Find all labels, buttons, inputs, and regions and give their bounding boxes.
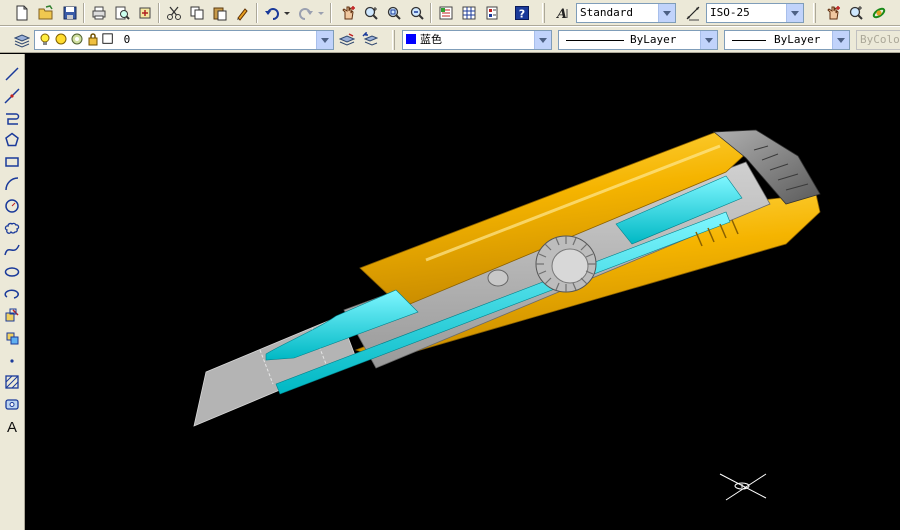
toolbar-grip[interactable] [392, 30, 395, 50]
layers-properties-toolbar: 0 蓝色 ByLayer ByLayer ByColor [0, 26, 900, 53]
make-block-icon[interactable] [2, 328, 22, 348]
undo-icon[interactable] [262, 3, 282, 23]
dimension-style-value: ISO-25 [710, 6, 750, 19]
redo-icon[interactable] [296, 3, 316, 23]
dimension-style-icon[interactable] [683, 3, 703, 23]
linetype-preview [566, 39, 624, 41]
multiline-text-icon[interactable]: A [2, 416, 22, 436]
rivet [487, 269, 509, 287]
toolbar-grip[interactable] [813, 3, 816, 23]
utility-knife-model [193, 129, 821, 501]
chevron-down-icon[interactable] [316, 31, 333, 49]
ellipse-arc-icon[interactable] [2, 284, 22, 304]
plotstyle-value: ByColor [860, 33, 900, 46]
undo-dropdown-icon[interactable] [282, 3, 292, 23]
toolbar-grip[interactable] [542, 3, 545, 23]
line-icon[interactable] [2, 64, 22, 84]
chevron-down-icon[interactable] [700, 31, 717, 49]
layer-color-swatch [102, 33, 113, 44]
linetype-control-select[interactable]: ByLayer [558, 30, 718, 50]
lightbulb-icon [40, 33, 50, 45]
chevron-down-icon[interactable] [832, 31, 849, 49]
polyline-icon[interactable] [2, 108, 22, 128]
save-icon[interactable] [60, 3, 80, 23]
circle-icon[interactable] [2, 196, 22, 216]
pan-icon[interactable] [823, 3, 843, 23]
cut-icon[interactable] [164, 3, 184, 23]
rectangle-icon[interactable] [2, 152, 22, 172]
layer-previous-icon[interactable] [360, 30, 380, 50]
make-object-layer-current-icon[interactable] [337, 30, 357, 50]
standard-toolbar: ? A Standard ISO-25 [0, 0, 900, 26]
plotstyle-control-select: ByColor [856, 30, 900, 50]
sun-icon [55, 33, 67, 45]
lineweight-value: ByLayer [774, 33, 821, 46]
lock-icon [88, 33, 98, 46]
svg-text:A: A [555, 7, 567, 21]
copy-icon[interactable] [187, 3, 207, 23]
toolbar-separator [83, 3, 85, 23]
svg-text:A: A [7, 419, 17, 434]
toolbar-separator [256, 3, 258, 23]
zoom-previous-icon[interactable] [407, 3, 427, 23]
construction-line-icon[interactable] [2, 86, 22, 106]
redo-dropdown-icon[interactable] [316, 3, 326, 23]
orbit-icon[interactable] [869, 3, 889, 23]
pan-realtime-icon[interactable] [338, 3, 358, 23]
spline-icon[interactable] [2, 240, 22, 260]
toolbar-separator [430, 3, 432, 23]
toolbar-separator [158, 3, 160, 23]
lineweight-preview [732, 39, 766, 41]
toolbar-separator [330, 3, 332, 23]
linetype-value: ByLayer [630, 33, 677, 46]
lineweight-control-select[interactable]: ByLayer [724, 30, 850, 50]
zoom-realtime-icon[interactable] [361, 3, 381, 23]
point-icon[interactable] [2, 350, 22, 370]
layer-manager-icon[interactable] [12, 30, 32, 50]
match-properties-icon[interactable] [233, 3, 253, 23]
revision-cloud-icon[interactable] [2, 218, 22, 238]
draw-toolbar: A [0, 54, 25, 530]
color-control-select[interactable]: 蓝色 [402, 30, 552, 50]
new-file-icon[interactable] [12, 3, 32, 23]
help-icon[interactable]: ? [512, 3, 532, 23]
insert-block-icon[interactable] [2, 306, 22, 326]
polygon-icon[interactable] [2, 130, 22, 150]
text-style-icon[interactable]: A [553, 3, 573, 23]
svg-text:?: ? [519, 8, 525, 21]
text-style-select[interactable]: Standard [576, 3, 676, 23]
open-file-icon[interactable] [36, 3, 56, 23]
properties-icon[interactable] [436, 3, 456, 23]
zoom-window-icon[interactable] [384, 3, 404, 23]
chevron-down-icon[interactable] [658, 4, 675, 22]
region-icon[interactable] [2, 394, 22, 414]
viewport-freeze-icon [71, 33, 83, 45]
plot-preview-icon[interactable] [112, 3, 132, 23]
hatch-icon[interactable] [2, 372, 22, 392]
arc-icon[interactable] [2, 174, 22, 194]
ellipse-icon[interactable] [2, 262, 22, 282]
layer-select[interactable]: 0 [34, 30, 334, 50]
color-value: 蓝色 [420, 33, 442, 46]
chevron-down-icon[interactable] [534, 31, 551, 49]
color-swatch [406, 34, 416, 44]
zoom-icon[interactable] [846, 3, 866, 23]
layer-name: 0 [123, 33, 131, 46]
plot-icon[interactable] [89, 3, 109, 23]
text-style-value: Standard [580, 6, 633, 19]
dimension-style-select[interactable]: ISO-25 [706, 3, 804, 23]
design-center-icon[interactable] [459, 3, 479, 23]
chevron-down-icon[interactable] [786, 4, 803, 22]
paste-icon[interactable] [210, 3, 230, 23]
drawing-canvas[interactable] [26, 54, 900, 530]
ucs-icon [719, 473, 767, 501]
thumb-wheel [535, 235, 597, 293]
tool-palettes-icon[interactable] [482, 3, 502, 23]
publish-icon[interactable] [135, 3, 155, 23]
